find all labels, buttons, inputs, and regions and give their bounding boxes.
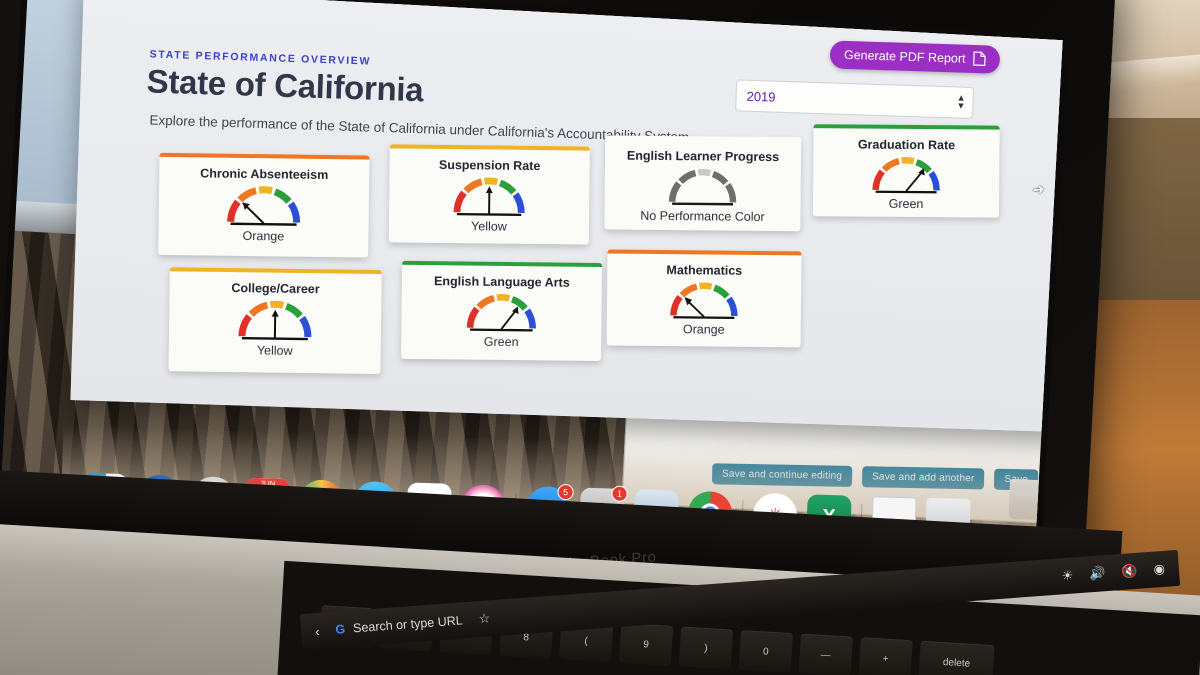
generate-pdf-report-label: Generate PDF Report (843, 47, 966, 66)
volume-up-icon[interactable]: 🔊 (1089, 565, 1106, 582)
indicator-title: Chronic Absenteeism (200, 166, 329, 183)
indicator-title: English Language Arts (433, 274, 570, 290)
indicator-card-graduation-rate[interactable]: Graduation Rate Green (812, 124, 1000, 218)
star-icon[interactable]: ☆ (478, 610, 491, 627)
indicator-card-chronic-absenteeism[interactable]: Chronic Absenteeism Orange (158, 152, 370, 258)
key-paren-close[interactable]: ) (678, 626, 734, 670)
browser-window: DASHBOARD Generate PDF Report 2019 (70, 0, 1063, 433)
generate-pdf-report-button[interactable]: Generate PDF Report (829, 40, 1000, 74)
card-accent-bar (607, 249, 802, 256)
chevron-left-icon[interactable]: ‹ (315, 623, 320, 638)
app-store-badge: 5 (557, 483, 574, 501)
indicator-status: Yellow (471, 219, 507, 234)
indicator-title: English Learner Progress (626, 148, 780, 165)
pdf-file-icon (972, 51, 986, 66)
touchbar-search-field[interactable]: G Search or type URL (335, 613, 463, 636)
indicator-status: Orange (242, 228, 285, 244)
google-g-icon: G (334, 622, 346, 637)
gauge-icon (238, 300, 312, 341)
mouse-cursor: ➜ (1031, 180, 1046, 198)
card-accent-bar (389, 144, 590, 151)
indicator-status: Yellow (256, 343, 293, 358)
indicator-card-english-learner-progress[interactable]: English Learner Progress No Performance … (604, 135, 802, 232)
key-0[interactable]: 0 (738, 630, 793, 674)
gauge-icon (227, 186, 301, 226)
key-delete[interactable]: delete (918, 640, 995, 675)
card-accent-bar (159, 152, 370, 160)
indicator-card-college-career[interactable]: College/Career Yellow (168, 267, 382, 374)
gauge-icon (670, 282, 738, 319)
indicator-card-suspension-rate[interactable]: Suspension Rate Yellow (388, 144, 590, 245)
touchbar-search-placeholder: Search or type URL (352, 613, 464, 636)
indicator-status: Green (888, 196, 924, 212)
system-preferences-badge: 1 (611, 485, 628, 502)
indicator-title: College/Career (231, 281, 320, 297)
card-accent-bar (169, 267, 382, 275)
key-9[interactable]: 9 (618, 622, 674, 666)
brightness-icon[interactable]: ☀ (1061, 568, 1074, 585)
indicator-status: No Performance Color (640, 208, 765, 224)
indicator-status: Green (483, 334, 519, 350)
gauge-icon (466, 294, 536, 332)
gauge-icon-no-color (668, 168, 737, 206)
indicator-card-mathematics[interactable]: Mathematics Orange (606, 249, 802, 348)
card-accent-bar (813, 124, 1000, 130)
year-select-input[interactable]: 2019 (735, 79, 975, 120)
dashboard-page: DASHBOARD Generate PDF Report 2019 (70, 0, 1063, 433)
indicator-title: Graduation Rate (857, 137, 956, 153)
volume-mute-icon[interactable]: 🔇 (1121, 563, 1138, 580)
indicator-title: Mathematics (666, 263, 743, 278)
indicator-status: Orange (682, 322, 725, 337)
key-minus[interactable]: — (798, 633, 853, 675)
card-accent-bar (402, 260, 603, 268)
siri-icon[interactable]: ◉ (1153, 561, 1165, 578)
desktop-screen: Save and continue editing Save and add a… (1, 0, 1063, 533)
indicator-card-english-language-arts[interactable]: English Language Arts Green (401, 260, 603, 362)
gauge-icon (872, 157, 940, 194)
page-title: State of California (146, 62, 424, 109)
gauge-icon (453, 177, 525, 217)
key-plus[interactable]: + (858, 637, 913, 675)
indicator-title: Suspension Rate (438, 157, 541, 174)
year-selector[interactable]: 2019 ▲ ▼ (735, 79, 975, 120)
